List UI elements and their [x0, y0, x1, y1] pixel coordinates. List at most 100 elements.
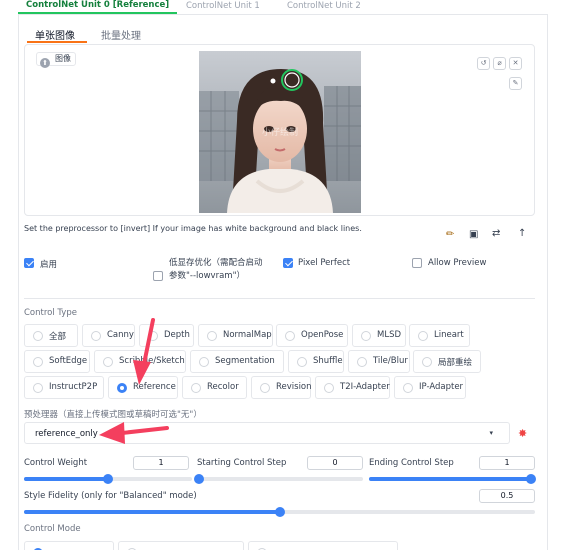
- control-type-radio[interactable]: [418, 331, 428, 341]
- control-type-type-0-0[interactable]: 全部: [24, 324, 78, 347]
- unit-tabs: ControlNet Unit 0 [Reference] ControlNet…: [18, 0, 548, 15]
- start-step-input[interactable]: 0: [307, 456, 363, 470]
- close-icon[interactable]: ✕: [509, 57, 522, 70]
- preprocessor-value: reference_only: [35, 429, 98, 439]
- control-weight-slider[interactable]: [24, 474, 192, 484]
- control-type-label: OpenPose: [301, 330, 344, 340]
- control-type-radio[interactable]: [207, 331, 217, 341]
- control-type-radio[interactable]: [403, 383, 413, 393]
- control-type-normalmap[interactable]: NormalMap: [198, 324, 273, 347]
- control-type-radio[interactable]: [91, 331, 101, 341]
- preprocessor-select[interactable]: reference_only ▾: [24, 422, 510, 444]
- control-type-radio[interactable]: [285, 331, 295, 341]
- end-step-label: Ending Control Step: [369, 458, 454, 468]
- control-type-depth[interactable]: Depth: [139, 324, 194, 347]
- control-type-label: Canny: [107, 330, 134, 340]
- invert-hint: Set the preprocessor to [invert] If your…: [24, 224, 362, 233]
- send-dimensions-icon[interactable]: ↑: [518, 228, 526, 239]
- control-type-reference[interactable]: Reference: [108, 376, 178, 399]
- lowvram-checkbox[interactable]: [153, 271, 163, 281]
- clear-icon[interactable]: ⌀: [493, 57, 506, 70]
- tab-unit-0[interactable]: ControlNet Unit 0 [Reference]: [18, 0, 178, 14]
- enable-checkbox[interactable]: [24, 258, 34, 268]
- control-type-instructp2p[interactable]: InstructP2P: [24, 376, 104, 399]
- control-type-radio[interactable]: [422, 357, 432, 367]
- control-type-radio[interactable]: [191, 383, 201, 393]
- camera-icon[interactable]: ▣: [469, 229, 478, 240]
- control-type-radio[interactable]: [33, 331, 43, 341]
- control-mode-title: Control Mode: [24, 524, 81, 534]
- active-subtab-indicator: [27, 41, 87, 43]
- control-type-radio[interactable]: [33, 357, 43, 367]
- control-type-canny[interactable]: Canny: [82, 324, 135, 347]
- control-mode-controlnet[interactable]: [248, 541, 398, 550]
- control-mode-balanced[interactable]: [24, 541, 114, 550]
- control-weight-input[interactable]: 1: [133, 456, 189, 470]
- style-fidelity-input[interactable]: 0.5: [479, 489, 535, 503]
- control-type-ip-adapter[interactable]: IP-Adapter: [394, 376, 466, 399]
- edit-icon[interactable]: ✎: [509, 77, 522, 90]
- control-type-label: Tile/Blur: [373, 356, 408, 366]
- chevron-down-icon: ▾: [489, 429, 493, 437]
- control-weight-label: Control Weight: [24, 458, 88, 468]
- control-weight-thumb[interactable]: [103, 474, 113, 484]
- control-type-scribble-sketch[interactable]: Scribble/Sketch: [94, 350, 186, 373]
- control-type-radio[interactable]: [103, 357, 113, 367]
- control-type-radio[interactable]: [260, 383, 270, 393]
- control-type-radio[interactable]: [33, 383, 43, 393]
- style-fidelity-fill: [24, 510, 280, 514]
- control-type-label: 全部: [49, 332, 67, 342]
- control-type-tile-blur[interactable]: Tile/Blur: [348, 350, 410, 373]
- enable-label: 启用: [40, 260, 58, 270]
- control-type-radio[interactable]: [357, 357, 367, 367]
- control-type-shuffle[interactable]: Shuffle: [288, 350, 344, 373]
- control-type-label: NormalMap: [223, 330, 272, 340]
- style-fidelity-thumb[interactable]: [274, 507, 285, 517]
- lowvram-label: 低显存优化（需配合启动参数"--lowvram"）: [169, 258, 263, 281]
- control-type-radio[interactable]: [324, 383, 334, 393]
- divider: [24, 298, 535, 299]
- pencil-icon[interactable]: ✏: [446, 229, 454, 240]
- control-type-segmentation[interactable]: Segmentation: [190, 350, 284, 373]
- start-step-slider[interactable]: [194, 474, 363, 484]
- control-type-recolor[interactable]: Recolor: [182, 376, 247, 399]
- swap-icon[interactable]: ⇄: [492, 228, 500, 239]
- allow-preview-checkbox[interactable]: [412, 258, 422, 268]
- pixel-perfect-checkbox[interactable]: [283, 258, 293, 268]
- control-type-radio[interactable]: [148, 331, 158, 341]
- control-type-type-1-5[interactable]: 局部重绘: [413, 350, 481, 373]
- control-mode-prompt[interactable]: [118, 541, 244, 550]
- control-type-openpose[interactable]: OpenPose: [276, 324, 348, 347]
- end-step-slider[interactable]: [369, 474, 536, 484]
- uploaded-image: 小仔绘制: [199, 51, 361, 213]
- control-weight-fill: [24, 477, 108, 481]
- end-step-thumb[interactable]: [526, 474, 536, 484]
- end-step-fill: [369, 477, 531, 481]
- tab-unit-2[interactable]: ControlNet Unit 2: [287, 1, 361, 11]
- tab-unit-1[interactable]: ControlNet Unit 1: [186, 1, 260, 11]
- start-step-thumb[interactable]: [194, 474, 204, 484]
- control-type-t2i-adapter[interactable]: T2I-Adapter: [315, 376, 390, 399]
- undo-icon[interactable]: ↺: [477, 57, 490, 70]
- control-type-label: T2I-Adapter: [340, 382, 390, 392]
- control-type-radio[interactable]: [361, 331, 371, 341]
- allow-preview-label: Allow Preview: [428, 258, 487, 268]
- control-type-lineart[interactable]: Lineart: [409, 324, 470, 347]
- run-preprocessor-icon[interactable]: ✸: [518, 427, 527, 440]
- control-type-label: Segmentation: [215, 356, 275, 366]
- style-fidelity-label: Style Fidelity (only for "Balanced" mode…: [24, 491, 197, 501]
- control-type-radio[interactable]: [297, 357, 307, 367]
- end-step-input[interactable]: 1: [479, 456, 535, 470]
- control-type-radio[interactable]: [117, 383, 127, 393]
- tab-batch[interactable]: 批量处理: [101, 27, 141, 42]
- control-type-revision[interactable]: Revision: [251, 376, 312, 399]
- control-type-label: IP-Adapter: [419, 382, 464, 392]
- control-type-label: Depth: [164, 330, 190, 340]
- start-step-label: Starting Control Step: [197, 458, 287, 468]
- control-type-radio[interactable]: [199, 357, 209, 367]
- control-type-mlsd[interactable]: MLSD: [352, 324, 406, 347]
- tab-single-image[interactable]: 单张图像: [35, 27, 75, 42]
- control-type-softedge[interactable]: SoftEdge: [24, 350, 90, 373]
- control-type-label: Scribble/Sketch: [119, 356, 185, 366]
- style-fidelity-slider[interactable]: [24, 507, 535, 517]
